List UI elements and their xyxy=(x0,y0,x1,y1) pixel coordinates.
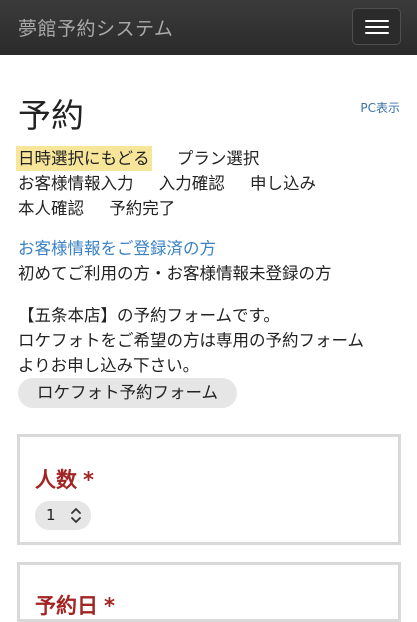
step-complete: 予約完了 xyxy=(109,199,176,218)
step-back-to-date[interactable]: 日時選択にもどる xyxy=(16,146,152,171)
steps-row: 本人確認 予約完了 xyxy=(18,196,403,221)
top-navbar: 夢館予約システム xyxy=(0,0,417,55)
notice-line: 【五条本店】の予約フォームです。 xyxy=(18,306,280,325)
step-confirm-input: 入力確認 xyxy=(158,174,225,193)
hamburger-bar xyxy=(365,26,389,28)
pc-view-link[interactable]: PC表示 xyxy=(360,99,400,116)
people-select-value: 1 xyxy=(46,506,56,524)
registered-customer-link[interactable]: お客様情報をご登録済の方 xyxy=(18,236,332,261)
people-label: 人数 * xyxy=(35,464,94,494)
hamburger-menu-icon xyxy=(365,20,389,22)
new-customer-text: 初めてご利用の方・お客様情報未登録の方 xyxy=(18,264,332,283)
reservation-steps: 日時選択にもどる プラン選択 お客様情報入力 入力確認 申し込み 本人確認 予約… xyxy=(16,146,403,221)
people-label-text: 人数 xyxy=(35,468,77,492)
required-mark: * xyxy=(83,468,94,492)
notice-line: よりお申し込み下さい。 xyxy=(18,356,200,375)
step-identity-check: 本人確認 xyxy=(18,199,84,218)
brand-title[interactable]: 夢館予約システム xyxy=(18,14,173,41)
people-panel: 人数 * 1 xyxy=(17,434,401,545)
step-customer-info: お客様情報入力 xyxy=(18,174,134,193)
date-panel: 予約日 * xyxy=(17,562,401,622)
location-photo-form-button[interactable]: ロケフォト予約フォーム xyxy=(18,378,238,408)
hamburger-bar xyxy=(365,32,389,34)
date-label-text: 予約日 xyxy=(35,594,98,618)
date-label: 予約日 * xyxy=(35,590,115,620)
required-mark: * xyxy=(104,594,115,618)
people-select[interactable]: 1 xyxy=(35,501,91,530)
step-plan-select: プラン選択 xyxy=(176,149,260,168)
chevron-up-down-icon xyxy=(71,508,81,523)
store-notice: 【五条本店】の予約フォームです。 ロケフォトをご希望の方は専用の予約フォーム よ… xyxy=(18,303,408,378)
step-apply: 申し込み xyxy=(250,174,316,193)
steps-row: 日時選択にもどる プラン選択 xyxy=(16,146,403,171)
page-title: 予約 xyxy=(18,96,84,135)
notice-line: ロケフォトをご希望の方は専用の予約フォーム xyxy=(18,331,365,350)
customer-type: お客様情報をご登録済の方 初めてご利用の方・お客様情報未登録の方 xyxy=(18,236,332,286)
steps-row: お客様情報入力 入力確認 申し込み xyxy=(18,171,403,196)
hamburger-menu-button[interactable] xyxy=(352,8,401,45)
